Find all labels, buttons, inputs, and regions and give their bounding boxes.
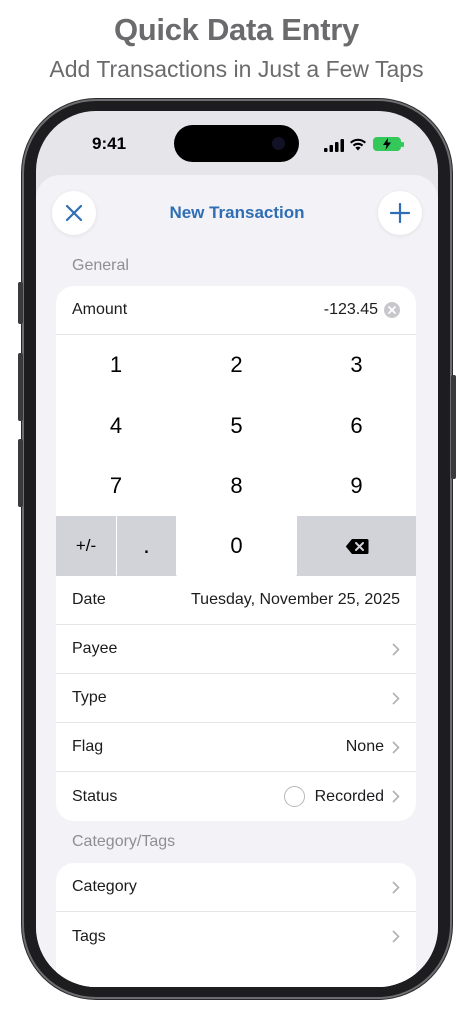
- key-8[interactable]: 8: [177, 456, 296, 515]
- flag-row[interactable]: Flag None: [56, 723, 416, 772]
- wifi-icon: [350, 138, 366, 151]
- amount-value: -123.45: [323, 301, 378, 318]
- amount-row[interactable]: Amount -123.45: [56, 286, 416, 335]
- clear-amount-button[interactable]: [384, 302, 400, 318]
- dynamic-island: [174, 125, 299, 162]
- battery-charging-icon: [373, 137, 404, 151]
- flag-label: Flag: [72, 738, 104, 755]
- amount-label: Amount: [72, 301, 128, 318]
- side-button: [451, 375, 456, 479]
- promo-subtitle: Add Transactions in Just a Few Taps: [49, 56, 424, 82]
- type-label: Type: [72, 689, 107, 706]
- tags-label: Tags: [72, 927, 106, 945]
- payee-label: Payee: [72, 640, 118, 657]
- backspace-icon: [345, 538, 368, 554]
- chevron-right-icon: [392, 930, 400, 943]
- payee-row[interactable]: Payee: [56, 625, 416, 674]
- key-6[interactable]: 6: [297, 396, 416, 455]
- phone-frame: 9:41 New Transaction General Amount -123…: [18, 99, 456, 999]
- key-7[interactable]: 7: [56, 456, 176, 515]
- status-time: 9:41: [92, 134, 127, 153]
- volume-up-button: [18, 353, 23, 421]
- new-transaction-sheet: New Transaction General Amount -123.45 1…: [36, 175, 438, 987]
- cellular-signal-icon: [324, 139, 344, 152]
- volume-down-button: [18, 439, 23, 507]
- camera-icon: [272, 137, 285, 150]
- action-button: [18, 282, 23, 324]
- key-4[interactable]: 4: [56, 396, 176, 455]
- key-backspace[interactable]: [297, 516, 416, 576]
- status-value: Recorded: [314, 787, 384, 805]
- date-value: Tuesday, November 25, 2025: [190, 591, 400, 608]
- plus-icon: [390, 203, 410, 223]
- key-0[interactable]: 0: [177, 516, 296, 576]
- date-row[interactable]: Date Tuesday, November 25, 2025: [56, 576, 416, 625]
- status-row[interactable]: Status Recorded: [56, 772, 416, 821]
- status-bar: 9:41: [36, 111, 438, 175]
- chevron-right-icon: [392, 741, 400, 753]
- key-3[interactable]: 3: [297, 335, 416, 395]
- promo-title: Quick Data Entry: [113, 12, 359, 47]
- chevron-right-icon: [392, 643, 400, 655]
- key-sign-toggle[interactable]: +/-: [56, 516, 116, 576]
- key-5[interactable]: 5: [177, 396, 296, 455]
- section-category-tags-title: Category/Tags: [72, 833, 176, 850]
- key-1[interactable]: 1: [56, 335, 176, 395]
- number-keypad: 1 2 3 4 5 6 7 8 9 +/- . 0: [56, 335, 416, 576]
- tags-row[interactable]: Tags: [56, 912, 416, 961]
- chevron-right-icon: [392, 692, 400, 704]
- general-card: Amount -123.45 1 2 3 4 5 6 7 8 9 +/- . 0…: [56, 286, 416, 821]
- key-decimal[interactable]: .: [117, 516, 176, 576]
- key-2[interactable]: 2: [177, 335, 296, 395]
- category-label: Category: [72, 878, 137, 895]
- category-tags-card: Category Tags: [56, 863, 416, 987]
- chevron-right-icon: [392, 790, 400, 803]
- key-9[interactable]: 9: [297, 456, 416, 515]
- status-label: Status: [72, 787, 118, 805]
- type-row[interactable]: Type: [56, 674, 416, 723]
- chevron-right-icon: [392, 881, 400, 893]
- flag-value: None: [345, 738, 384, 755]
- add-button[interactable]: [378, 191, 422, 235]
- clear-icon: [388, 306, 396, 314]
- date-label: Date: [72, 591, 106, 608]
- section-general-title: General: [72, 257, 129, 274]
- category-row[interactable]: Category: [56, 863, 416, 912]
- screen: 9:41 New Transaction General Amount -123…: [36, 111, 438, 987]
- status-radio-icon[interactable]: [283, 786, 305, 807]
